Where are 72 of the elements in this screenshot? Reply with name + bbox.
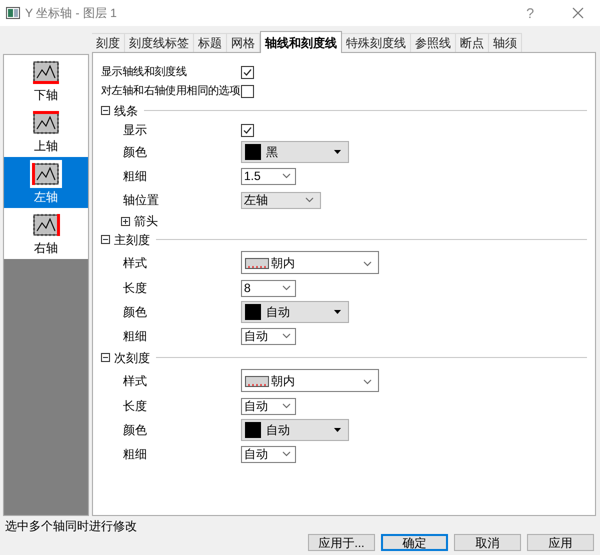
inward-ticks-icon	[245, 258, 269, 268]
status-text: 选中多个轴同时进行修改	[4, 518, 138, 533]
style-dropdown[interactable]: 朝内	[241, 251, 379, 274]
checkbox[interactable]	[241, 85, 254, 98]
tab[interactable]: 参照线	[411, 33, 456, 52]
field-label: 长度	[122, 280, 148, 297]
collapse-icon[interactable]	[101, 353, 110, 362]
tab[interactable]: 网格	[227, 33, 260, 52]
option-label: 显示轴线和刻度线	[101, 64, 188, 80]
axis-chart-icon	[30, 108, 62, 136]
color-dropdown[interactable]: 自动	[241, 301, 349, 323]
help-button[interactable]: ?	[526, 2, 534, 24]
axis-item[interactable]: 左轴	[4, 157, 88, 208]
checkbox[interactable]	[241, 66, 254, 79]
combo-box[interactable]: 自动	[241, 328, 296, 344]
combo-box[interactable]: 自动	[241, 398, 296, 414]
field-label: 颜色	[122, 144, 148, 161]
dialog-button[interactable]: 确定	[381, 534, 448, 551]
field-label: 粗细	[122, 328, 148, 345]
color-name: 自动	[266, 422, 291, 439]
dropdown[interactable]: 左轴	[241, 192, 321, 208]
inward-ticks-icon	[245, 376, 269, 386]
section-title: 线条	[114, 102, 138, 120]
section-title: 主刻度	[114, 232, 150, 248]
dropdown-arrow-icon	[334, 150, 341, 154]
color-name: 自动	[266, 304, 291, 321]
expand-icon[interactable]	[121, 216, 130, 226]
tab[interactable]: 轴线和刻度线	[260, 31, 342, 53]
option-label: 对左轴和右轴使用相同的选项	[101, 84, 241, 100]
chevron-down-icon	[305, 197, 314, 203]
window-icon	[6, 7, 20, 19]
dropdown-arrow-icon	[334, 428, 341, 432]
chevron-down-icon	[363, 378, 372, 384]
color-dropdown[interactable]: 黑	[241, 141, 349, 163]
chevron-down-icon	[282, 333, 291, 339]
combo-box[interactable]: 8	[241, 280, 296, 296]
color-dropdown[interactable]: 自动	[241, 419, 349, 441]
field-label: 粗细	[122, 446, 148, 463]
checkbox[interactable]	[241, 124, 254, 136]
color-name: 黑	[266, 144, 279, 161]
field-label: 颜色	[122, 304, 148, 321]
dialog-button[interactable]: 应用于...	[308, 534, 375, 551]
chevron-down-icon	[282, 285, 291, 291]
close-icon[interactable]	[572, 7, 584, 19]
tab[interactable]: 断点	[456, 33, 489, 52]
section-title: 次刻度	[114, 350, 150, 366]
field-label: 轴位置	[122, 192, 160, 209]
field-label: 颜色	[122, 422, 148, 439]
chevron-down-icon	[363, 260, 372, 266]
group-label: 箭头	[134, 213, 158, 230]
dropdown-arrow-icon	[334, 310, 341, 314]
combo-box[interactable]: 1.5	[241, 168, 296, 184]
field-label: 显示	[122, 122, 148, 139]
tab[interactable]: 特殊刻度线	[342, 33, 411, 52]
style-dropdown[interactable]: 朝内	[241, 369, 379, 392]
collapse-icon[interactable]	[101, 106, 110, 115]
tab[interactable]: 刻度	[92, 33, 125, 52]
tab[interactable]: 标题	[194, 33, 227, 52]
field-label: 粗细	[122, 168, 148, 185]
dialog-button[interactable]: 应用	[527, 534, 594, 551]
window-title: Y 坐标轴 - 图层 1	[25, 5, 118, 22]
field-label: 样式	[122, 372, 148, 390]
collapse-icon[interactable]	[101, 235, 110, 244]
chevron-down-icon	[282, 451, 291, 457]
chevron-down-icon	[282, 403, 291, 409]
combo-box[interactable]: 自动	[241, 446, 296, 462]
field-label: 样式	[122, 254, 148, 272]
chevron-down-icon	[282, 173, 291, 179]
tab[interactable]: 轴须	[489, 33, 522, 52]
tab[interactable]: 刻度线标签	[125, 33, 194, 52]
dialog-button[interactable]: 取消	[454, 534, 521, 551]
field-label: 长度	[122, 398, 148, 415]
